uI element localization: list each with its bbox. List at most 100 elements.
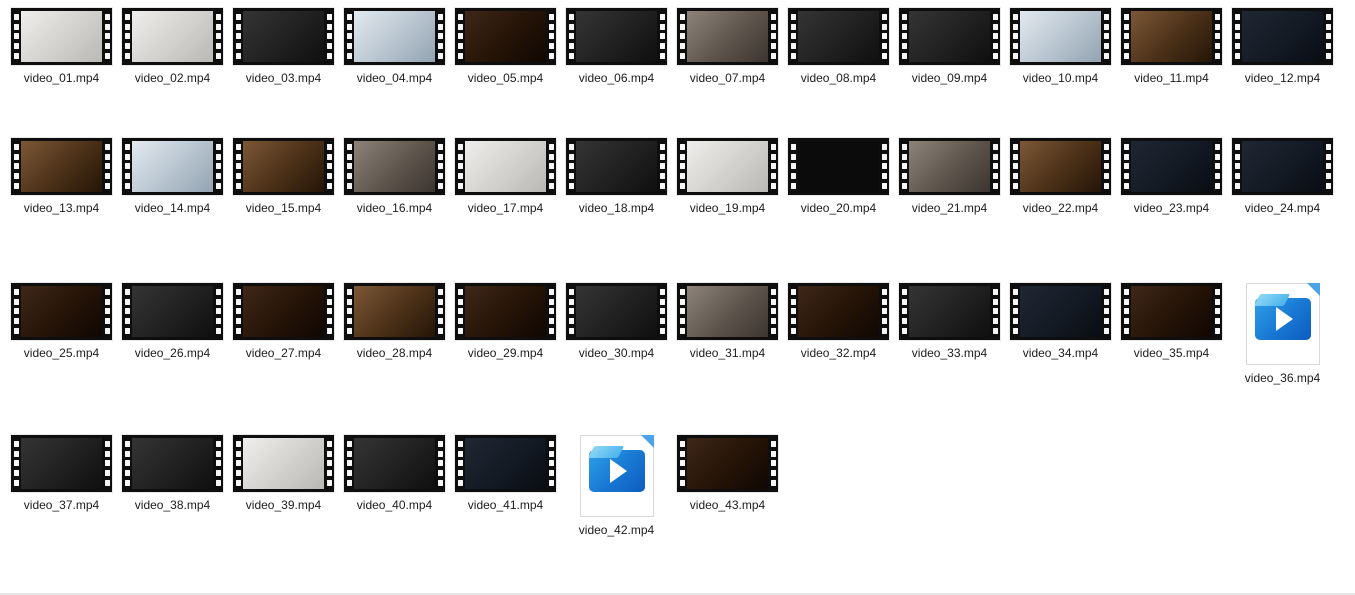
file-grid-row: video_13.mp4video_14.mp4video_15.mp4vide… xyxy=(6,138,1338,216)
file-name-label: video_03.mp4 xyxy=(246,70,321,86)
file-item[interactable]: video_27.mp4 xyxy=(228,283,339,361)
file-item[interactable]: video_06.mp4 xyxy=(561,8,672,86)
file-item[interactable]: video_02.mp4 xyxy=(117,8,228,86)
filmstrip-sprocket-holes-right xyxy=(657,283,667,340)
filmstrip-sprocket-holes-left xyxy=(344,435,354,492)
filmstrip-sprocket-holes-right xyxy=(768,283,778,340)
thumbnail-frame-image xyxy=(21,11,102,62)
filmstrip-sprocket-holes-left xyxy=(1010,8,1020,65)
thumbnail-frame-image xyxy=(354,11,435,62)
file-item[interactable]: video_42.mp4 xyxy=(561,435,672,538)
file-item[interactable]: video_01.mp4 xyxy=(6,8,117,86)
file-item[interactable]: video_12.mp4 xyxy=(1227,8,1338,86)
filmstrip-sprocket-holes-right xyxy=(1101,138,1111,195)
file-item[interactable]: video_22.mp4 xyxy=(1005,138,1116,216)
file-name-label: video_07.mp4 xyxy=(690,70,765,86)
file-name-label: video_30.mp4 xyxy=(579,345,654,361)
file-item[interactable]: video_03.mp4 xyxy=(228,8,339,86)
file-name-label: video_22.mp4 xyxy=(1023,200,1098,216)
file-item[interactable]: video_34.mp4 xyxy=(1005,283,1116,361)
file-item[interactable]: video_43.mp4 xyxy=(672,435,783,513)
filmstrip-sprocket-holes-left xyxy=(566,8,576,65)
file-item[interactable]: video_24.mp4 xyxy=(1227,138,1338,216)
filmstrip-sprocket-holes-left xyxy=(344,8,354,65)
thumbnail-frame-image xyxy=(798,286,879,337)
file-grid-row: video_01.mp4video_02.mp4 video_03.mp4 vide… xyxy=(6,8,1338,86)
thumbnail-frame-image xyxy=(132,11,213,62)
video-filmstrip-thumbnail xyxy=(233,283,334,340)
file-item[interactable]: video_08.mp4 xyxy=(783,8,894,86)
file-item[interactable]: video_14.mp4 xyxy=(117,138,228,216)
file-name-label: video_25.mp4 xyxy=(24,345,99,361)
file-name-label: video_16.mp4 xyxy=(357,200,432,216)
file-item[interactable]: video_11.mp4 xyxy=(1116,8,1227,86)
video-filmstrip-thumbnail xyxy=(344,8,445,65)
file-item[interactable]: video_17.mp4 xyxy=(450,138,561,216)
file-item[interactable]: video_36.mp4 xyxy=(1227,283,1338,386)
thumbnail-frame-image xyxy=(243,141,324,192)
file-item[interactable]: video_19.mp4 xyxy=(672,138,783,216)
thumbnail-frame-image xyxy=(687,11,768,62)
thumbnail-frame-image xyxy=(465,11,546,62)
file-item[interactable]: video_20.mp4 xyxy=(783,138,894,216)
video-filmstrip-thumbnail xyxy=(899,138,1000,195)
file-name-label: video_12.mp4 xyxy=(1245,70,1320,86)
file-item[interactable]: video_07.mp4 xyxy=(672,8,783,86)
file-item[interactable]: video_38.mp4 xyxy=(117,435,228,513)
file-explorer-content-area: video_01.mp4video_02.mp4video_03.mp4vide… xyxy=(0,0,1355,595)
thumbnail-frame-image xyxy=(1131,141,1212,192)
file-item[interactable]: video_37.mp4 xyxy=(6,435,117,513)
filmstrip-sprocket-holes-right xyxy=(324,283,334,340)
file-item[interactable]: video_40.mp4 xyxy=(339,435,450,513)
thumbnail-frame-image xyxy=(1020,286,1101,337)
file-item[interactable]: video_30.mp4 xyxy=(561,283,672,361)
filmstrip-sprocket-holes-left xyxy=(11,435,21,492)
file-name-label: video_17.mp4 xyxy=(468,200,543,216)
filmstrip-sprocket-holes-right xyxy=(879,138,889,195)
filmstrip-sprocket-holes-right xyxy=(768,8,778,65)
file-item[interactable]: video_18.mp4 xyxy=(561,138,672,216)
file-name-label: video_39.mp4 xyxy=(246,497,321,513)
file-item[interactable]: video_04.mp4 xyxy=(339,8,450,86)
file-item[interactable]: video_05.mp4 xyxy=(450,8,561,86)
video-filmstrip-thumbnail xyxy=(344,435,445,492)
file-item[interactable]: video_32.mp4 xyxy=(783,283,894,361)
video-filmstrip-thumbnail xyxy=(566,138,667,195)
file-item[interactable]: video_26.mp4 xyxy=(117,283,228,361)
video-filmstrip-thumbnail xyxy=(566,283,667,340)
filmstrip-sprocket-holes-left xyxy=(233,138,243,195)
file-item[interactable]: video_21.mp4 xyxy=(894,138,1005,216)
file-item[interactable]: video_23.mp4 xyxy=(1116,138,1227,216)
file-item[interactable]: video_31.mp4 xyxy=(672,283,783,361)
file-item[interactable]: video_28.mp4 xyxy=(339,283,450,361)
file-item[interactable]: video_09.mp4 xyxy=(894,8,1005,86)
file-item[interactable]: video_39.mp4 xyxy=(228,435,339,513)
file-item[interactable]: video_33.mp4 xyxy=(894,283,1005,361)
file-item[interactable]: video_13.mp4 xyxy=(6,138,117,216)
video-filmstrip-thumbnail xyxy=(11,283,112,340)
file-name-label: video_35.mp4 xyxy=(1134,345,1209,361)
file-name-label: video_34.mp4 xyxy=(1023,345,1098,361)
file-item[interactable]: video_35.mp4 xyxy=(1116,283,1227,361)
thumbnail-frame-image xyxy=(798,141,879,192)
video-filmstrip-thumbnail xyxy=(11,8,112,65)
video-file-page-icon xyxy=(580,435,654,517)
filmstrip-sprocket-holes-left xyxy=(1010,138,1020,195)
video-filmstrip-thumbnail xyxy=(1121,138,1222,195)
play-triangle-icon xyxy=(1276,307,1293,331)
file-item[interactable]: video_29.mp4 xyxy=(450,283,561,361)
file-item[interactable]: video_16.mp4 xyxy=(339,138,450,216)
video-filmstrip-thumbnail xyxy=(11,435,112,492)
file-item[interactable]: video_15.mp4 xyxy=(228,138,339,216)
filmstrip-sprocket-holes-right xyxy=(546,283,556,340)
thumbnail-frame-image xyxy=(1131,11,1212,62)
file-item[interactable]: video_10.mp4 xyxy=(1005,8,1116,86)
file-item[interactable]: video_41.mp4 xyxy=(450,435,561,513)
thumbnail-frame-image xyxy=(576,11,657,62)
file-item[interactable]: video_25.mp4 xyxy=(6,283,117,361)
file-name-label: video_24.mp4 xyxy=(1245,200,1320,216)
thumbnail-frame-image xyxy=(243,11,324,62)
file-grid-row: video_25.mp4video_26.mp4video_27.mp4vide… xyxy=(6,283,1338,386)
file-name-label: video_05.mp4 xyxy=(468,70,543,86)
filmstrip-sprocket-holes-right xyxy=(990,8,1000,65)
